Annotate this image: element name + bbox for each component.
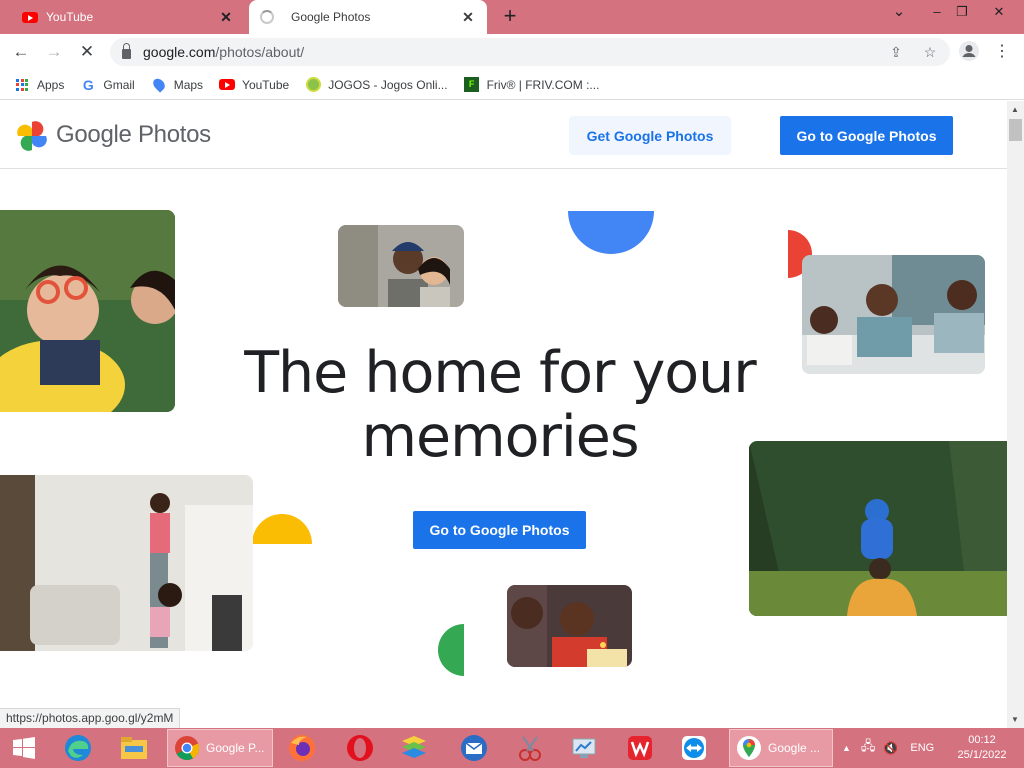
tab-title: YouTube <box>46 10 94 24</box>
snipping-tool-icon[interactable] <box>506 728 554 768</box>
taskbar-google-maps[interactable]: Google ... <box>729 729 833 767</box>
friv-icon: F <box>464 77 480 93</box>
opera-icon[interactable] <box>336 728 384 768</box>
google-g-icon: G <box>82 76 94 93</box>
scroll-up-arrow-icon[interactable]: ▲ <box>1011 105 1019 114</box>
restore-button[interactable]: ❐ <box>945 0 979 26</box>
bookmark-maps[interactable]: Maps <box>150 76 203 93</box>
lock-icon[interactable] <box>122 42 131 59</box>
clock-time: 00:12 <box>968 734 996 746</box>
go-to-google-photos-hero-button[interactable]: Go to Google Photos <box>413 511 586 549</box>
tab-youtube[interactable]: YouTube ✕ <box>0 0 245 34</box>
language-indicator[interactable]: ENG <box>910 742 934 754</box>
taskbar-clock[interactable]: 00:12 25/1/2022 <box>948 733 1016 763</box>
browser-tab-strip: YouTube ✕ Google Photos ✕ + ⌄ – ❐ ✕ <box>0 0 1024 34</box>
wps-office-icon[interactable] <box>616 728 664 768</box>
back-arrow-icon[interactable]: ← <box>9 40 33 64</box>
windows-logo-icon <box>13 737 35 759</box>
firefox-icon[interactable] <box>278 728 326 768</box>
green-semicircle-decoration <box>438 624 464 676</box>
site-header: Google Photos Get Google Photos Go to Go… <box>0 101 1007 169</box>
youtube-icon <box>219 77 236 93</box>
photo-birthday-boy <box>507 585 632 667</box>
chrome-icon <box>175 736 200 761</box>
start-button[interactable] <box>0 728 48 768</box>
new-tab-button[interactable]: + <box>498 5 522 29</box>
yellow-semicircle-decoration <box>252 514 312 544</box>
control-panel-icon[interactable] <box>560 728 608 768</box>
status-bar-url: https://photos.app.goo.gl/y2mM <box>0 708 181 728</box>
taskbar-chrome-google-photos[interactable]: Google P... <box>167 729 273 767</box>
clock-date: 25/1/2022 <box>957 749 1007 761</box>
show-hidden-icons-chevron-icon[interactable]: ▲ <box>842 743 851 753</box>
get-google-photos-button[interactable]: Get Google Photos <box>569 116 731 155</box>
bookmarks-bar: Apps G Gmail Maps YouTube JOGOS - Jogos … <box>0 70 1024 100</box>
windows-taskbar: Google P... Google ... ▲ 🖧 🔇 ENG 00:12 2… <box>0 728 1024 768</box>
photo-mother-daughter-living-room <box>0 475 253 651</box>
jogos-icon <box>305 77 321 93</box>
system-tray: ▲ 🖧 🔇 ENG <box>842 728 934 768</box>
bookmark-apps[interactable]: Apps <box>14 77 64 93</box>
menu-kebab-icon[interactable]: ⋮ <box>990 40 1014 64</box>
close-window-button[interactable]: ✕ <box>982 0 1016 26</box>
loading-spinner-icon <box>259 9 275 25</box>
go-to-google-photos-header-button[interactable]: Go to Google Photos <box>780 116 953 155</box>
scroll-down-arrow-icon[interactable]: ▼ <box>1011 715 1019 724</box>
page-scrollbar[interactable]: ▲ ▼ <box>1007 101 1024 728</box>
browser-toolbar: ← → ✕ google.com/photos/about/ ⇪ ☆ ⋮ <box>0 34 1024 70</box>
bookmark-jogos[interactable]: JOGOS - Jogos Onli... <box>305 77 448 93</box>
address-bar[interactable]: google.com/photos/about/ ⇪ ☆ <box>110 38 950 66</box>
photo-family-couch <box>802 255 985 374</box>
edge-icon[interactable] <box>54 728 102 768</box>
page-content: Google Photos Get Google Photos Go to Go… <box>0 101 1007 728</box>
tab-title: Google Photos <box>291 10 371 24</box>
forward-arrow-icon[interactable]: → <box>42 40 66 64</box>
file-explorer-icon[interactable] <box>110 728 158 768</box>
photo-couple-selfie <box>338 225 464 307</box>
tab-google-photos[interactable]: Google Photos ✕ <box>249 0 487 34</box>
bookmark-star-icon[interactable]: ☆ <box>920 42 940 62</box>
hero-headline: The home for your memories <box>244 340 757 470</box>
share-icon[interactable]: ⇪ <box>886 42 906 62</box>
url-text[interactable]: google.com/photos/about/ <box>143 44 304 60</box>
google-photos-logo-icon[interactable] <box>16 120 48 152</box>
bookmark-youtube[interactable]: YouTube <box>219 77 289 93</box>
scrollbar-thumb[interactable] <box>1009 119 1022 141</box>
mail-app-icon[interactable] <box>450 728 498 768</box>
bluestacks-icon[interactable] <box>390 728 438 768</box>
youtube-icon <box>22 9 38 25</box>
maps-pin-icon <box>150 76 167 93</box>
close-tab-icon[interactable]: ✕ <box>217 8 235 26</box>
tab-search-button[interactable]: ⌄ <box>882 0 916 26</box>
bookmark-friv[interactable]: F Friv® | FRIV.COM :... <box>464 77 599 93</box>
brand-wordmark[interactable]: Google Photos <box>56 121 211 149</box>
profile-avatar-icon[interactable] <box>957 40 981 64</box>
close-tab-icon[interactable]: ✕ <box>459 8 477 26</box>
volume-muted-icon[interactable]: 🔇 <box>883 741 898 755</box>
stop-loading-icon[interactable]: ✕ <box>75 40 99 64</box>
apps-grid-icon <box>14 77 30 93</box>
network-icon[interactable]: 🖧 <box>861 737 876 759</box>
blue-semicircle-decoration <box>568 211 654 254</box>
photo-girl-swimming <box>0 210 175 412</box>
teamviewer-icon[interactable] <box>670 728 718 768</box>
google-maps-icon <box>737 736 761 760</box>
bookmark-gmail[interactable]: G Gmail <box>80 76 135 93</box>
